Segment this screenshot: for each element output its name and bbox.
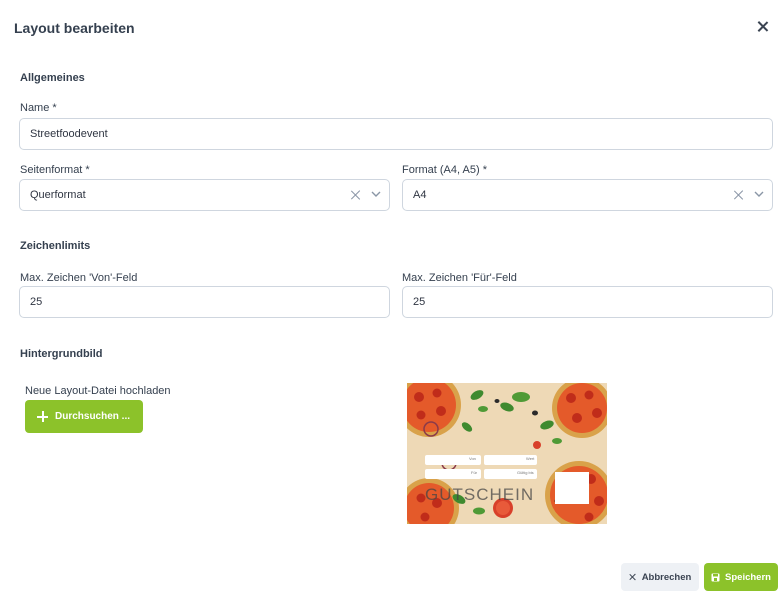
cancel-button-label: Abbrechen [641, 571, 692, 583]
name-label: Name * [20, 102, 57, 114]
upload-label: Neue Layout-Datei hochladen [25, 385, 171, 397]
page-format-select[interactable]: Querformat [19, 179, 390, 211]
chevron-down-icon[interactable] [753, 188, 765, 200]
clear-icon[interactable] [349, 188, 363, 202]
preview-field-gueltig: Gültig bis [517, 470, 534, 475]
background-preview-image: Von Wert Für Gültig bis GUTSCHEIN [407, 383, 607, 524]
preview-field-von: Von [469, 456, 476, 461]
close-icon[interactable] [754, 18, 772, 36]
cancel-button[interactable]: Abbrechen [621, 563, 699, 591]
preview-field-fuer: Für [471, 470, 477, 475]
plus-icon [37, 411, 48, 422]
clear-icon[interactable] [732, 188, 746, 202]
page-format-label: Seitenformat * [20, 164, 90, 176]
browse-button[interactable]: Durchsuchen ... [25, 400, 143, 433]
from-limit-label: Max. Zeichen 'Von'-Feld [20, 272, 138, 284]
format-value: A4 [413, 189, 427, 201]
dialog-title: Layout bearbeiten [14, 20, 135, 36]
format-label: Format (A4, A5) * [402, 164, 487, 176]
save-icon [711, 573, 720, 581]
chevron-down-icon[interactable] [370, 188, 382, 200]
for-limit-label: Max. Zeichen 'Für'-Feld [402, 272, 517, 284]
format-select[interactable]: A4 [402, 179, 773, 211]
save-button-label: Speichern [725, 571, 771, 583]
name-input[interactable]: Streetfoodevent [19, 118, 773, 150]
preview-voucher-text: GUTSCHEIN [425, 485, 535, 504]
section-heading-char-limits: Zeichenlimits [20, 240, 91, 252]
page-format-value: Querformat [30, 189, 86, 201]
section-heading-general: Allgemeines [20, 72, 85, 84]
for-limit-input[interactable]: 25 [402, 286, 773, 318]
browse-button-label: Durchsuchen ... [55, 411, 131, 422]
save-button[interactable]: Speichern [704, 563, 778, 591]
from-limit-input[interactable]: 25 [19, 286, 390, 318]
preview-field-wert: Wert [526, 456, 535, 461]
close-icon [629, 573, 637, 581]
section-heading-background: Hintergrundbild [20, 348, 103, 360]
